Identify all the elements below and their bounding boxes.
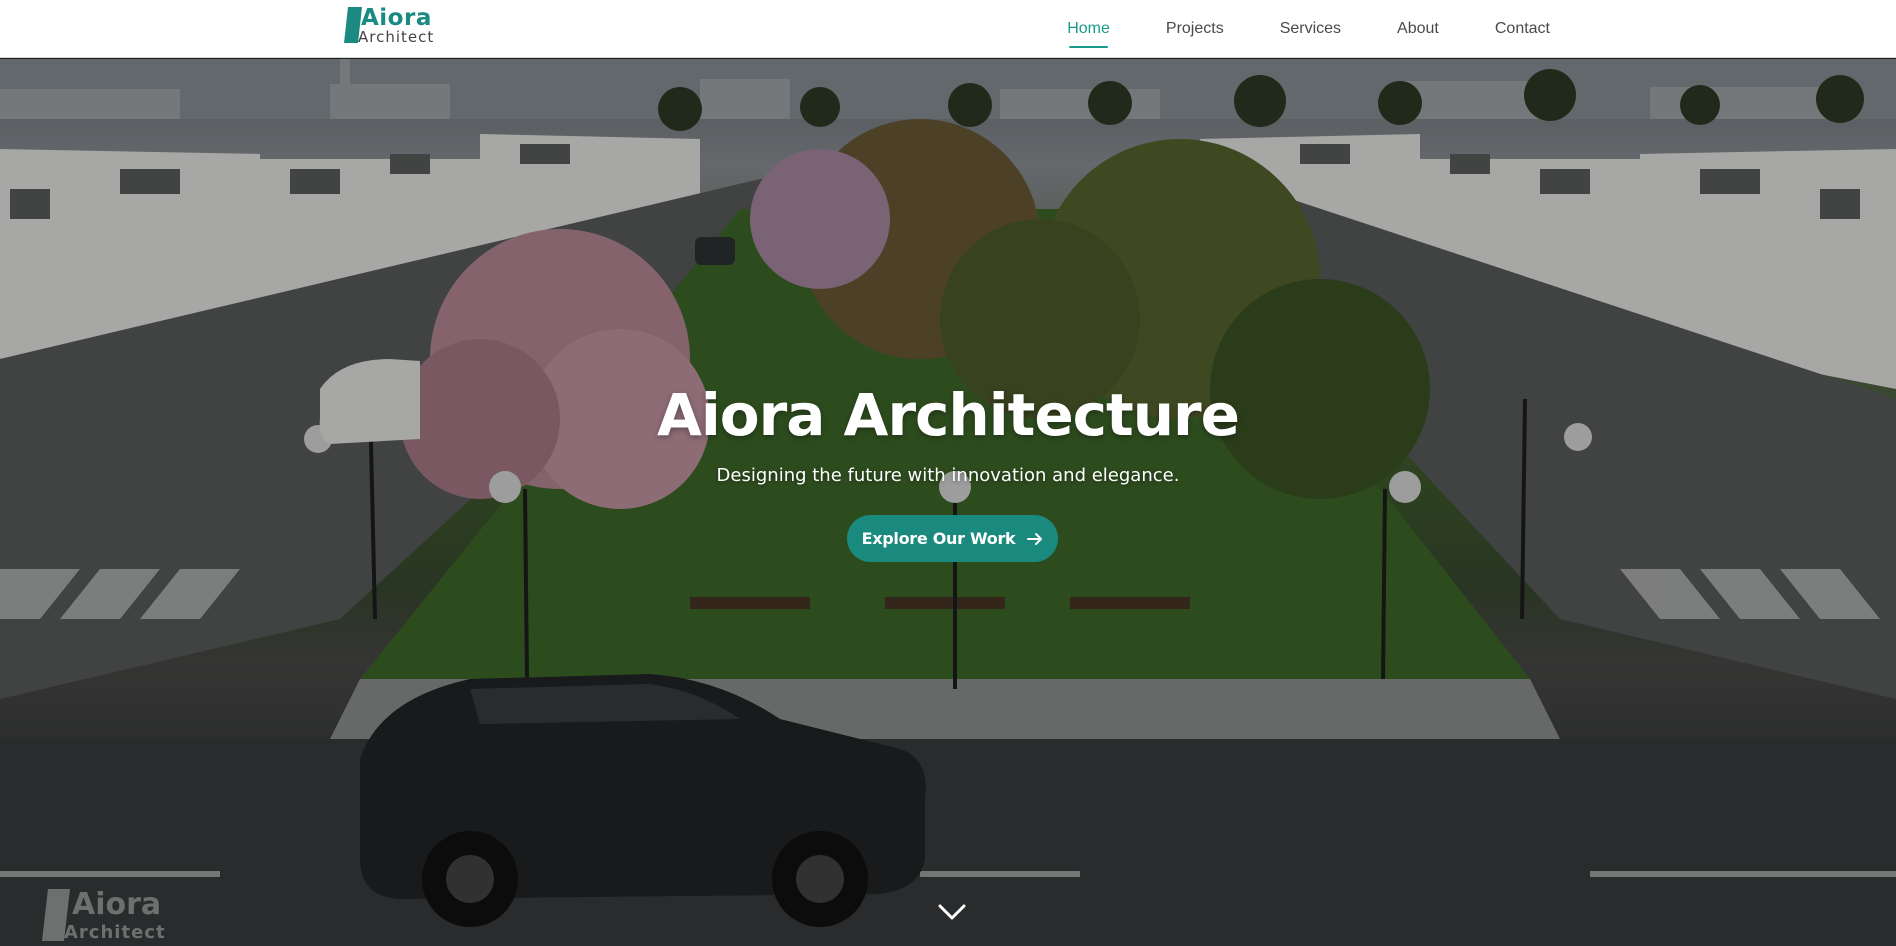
explore-work-label: Explore Our Work (861, 529, 1016, 548)
chevron-down-icon[interactable] (937, 902, 967, 922)
brand-name: Aiora (361, 5, 432, 31)
site-navbar: Aiora Architect Home Projects Services A… (0, 0, 1896, 58)
brand-tagline: Architect (358, 28, 435, 46)
nav-item-contact[interactable]: Contact (1495, 19, 1550, 39)
watermark-tagline: Architect (64, 922, 166, 943)
brand-logo[interactable]: Aiora Architect (344, 6, 444, 46)
arrow-right-icon (1027, 532, 1043, 545)
main-nav: Home Projects Services About Contact (1067, 0, 1550, 58)
nav-item-home[interactable]: Home (1067, 19, 1110, 48)
nav-item-about[interactable]: About (1397, 19, 1439, 39)
hero-dark-overlay (0, 59, 1896, 946)
watermark-name: Aiora (72, 887, 162, 922)
hero-section: Aiora Architecture Designing the future … (0, 59, 1896, 946)
nav-item-projects[interactable]: Projects (1166, 19, 1224, 39)
explore-work-button[interactable]: Explore Our Work (847, 515, 1058, 562)
nav-item-services[interactable]: Services (1280, 19, 1341, 39)
hero-title: Aiora Architecture (657, 381, 1240, 449)
hero-subtitle: Designing the future with innovation and… (716, 465, 1180, 486)
brand-watermark: Aiora Architect (42, 887, 182, 945)
